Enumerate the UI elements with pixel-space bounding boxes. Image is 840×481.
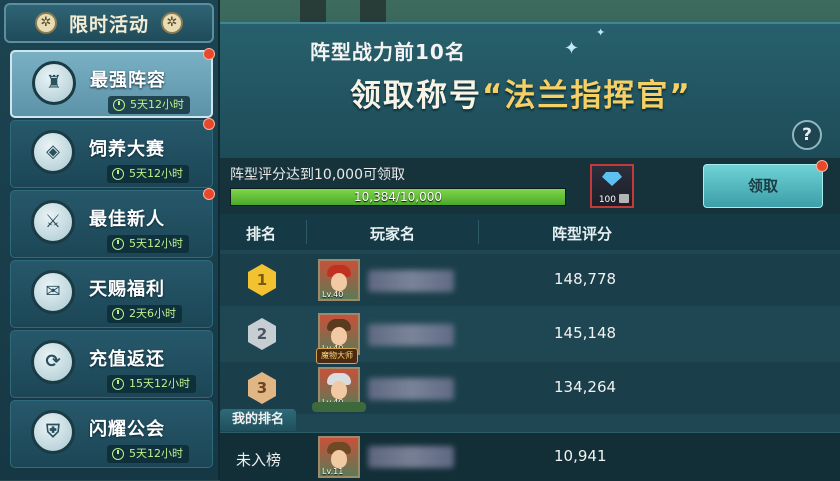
countdown-text: 5天12小时 [129,237,183,250]
table-row[interactable]: 1 Lv.40 148,778 [220,254,840,306]
clock-icon [112,168,124,180]
sidebar-item-feeding-contest[interactable]: ◈ 饲养大赛 5天12小时 [10,120,213,188]
countdown-badge: 5天12小时 [107,235,189,253]
my-rank-section: 我的排名 未入榜 Lv.11 10,941 [220,409,840,481]
notification-dot [816,160,828,172]
avatar-face [331,450,347,468]
sidebar-item-label: 最佳新人 [89,209,165,230]
column-divider [478,220,479,244]
help-button[interactable]: ? [792,120,822,150]
requirement-bar: 阵型评分达到10,000可领取 10,384/10,000 100 领取 [220,158,840,214]
notification-dot [203,188,215,200]
rank-medal-bronze: 3 [248,372,276,404]
emblem-icon: ✲ [161,12,183,34]
countdown-badge: 5天12小时 [107,165,189,183]
my-formation-score: 10,941 [554,447,607,465]
activity-banner: 阵型战力前10名 领取称号“法兰指挥官” ✦ ✦ ? [220,22,840,158]
formation-score: 148,778 [554,270,617,288]
notification-dot [203,48,215,60]
sparkle-icon: ✦ [596,26,606,39]
clock-icon [112,238,124,250]
formation-score: 145,148 [554,324,617,342]
countdown-text: 5天12小时 [129,167,183,180]
notification-dot [203,118,215,130]
column-divider [306,220,307,244]
claim-button[interactable]: 领取 [703,164,823,208]
activity-panel: 阵型战力前10名 领取称号“法兰指挥官” ✦ ✦ ? 阵型评分达到10,000可… [220,22,840,481]
clock-icon [113,99,125,111]
clock-icon [112,448,124,460]
sidebar-item-label: 最强阵容 [90,70,166,91]
player-name-redacted [368,446,454,468]
player-name-redacted [368,378,454,400]
avatar-face [331,327,347,345]
crossed-swords-icon: ⚔ [31,200,75,244]
formation-score: 134,264 [554,378,617,396]
clock-icon [112,378,124,390]
sparkle-icon: ✦ [564,38,580,59]
sidebar-title: 限时活动 [68,13,149,36]
banner-subtitle: 阵型战力前10名 [310,40,466,64]
player-level: Lv.40 [322,290,344,299]
diamond-icon [602,172,622,186]
requirement-text: 阵型评分达到10,000可领取 [230,167,405,183]
avatar-face [331,381,347,399]
rank-medal-silver: 2 [248,318,276,350]
table-row[interactable]: 3 Lv.40 魔物大师 134,264 [220,348,840,414]
my-rank-value: 未入榜 [236,451,282,469]
my-avatar[interactable]: Lv.11 [318,436,360,478]
activity-sidebar: ✲ 限时活动 ✲ ♜ 最强阵容 5天12小时 ◈ 饲养大赛 5天12小时 ⚔ 最… [0,0,220,480]
countdown-badge: 15天12小时 [107,375,196,393]
column-header-rank: 排名 [246,225,277,243]
sidebar-item-label: 饲养大赛 [89,139,165,160]
guild-shield-icon: ⛨ [31,410,75,454]
gift-icon: ✉ [31,270,75,314]
avatar-frame-decoration [312,402,366,412]
progress-label: 10,384/10,000 [353,190,443,204]
countdown-text: 5天12小时 [130,98,184,111]
banner-title: 领取称号“法兰指挥官” [350,70,692,115]
clock-icon [112,308,124,320]
countdown-badge: 2天6小时 [107,305,182,323]
tower-icon: ♜ [32,61,76,105]
countdown-text: 5天12小时 [129,447,183,460]
score-progress-bar: 10,384/10,000 [230,188,566,206]
player-avatar[interactable]: Lv.40 [318,259,360,301]
reward-count: 100 [598,195,616,205]
rank-medal-gold: 1 [248,264,276,296]
avatar-face [331,273,347,291]
sidebar-item-label: 闪耀公会 [89,419,165,440]
my-rank-tab: 我的排名 [220,409,297,431]
table-header: 排名 玩家名 阵型评分 [220,214,840,250]
sidebar-item-label: 天赐福利 [89,279,165,300]
feed-icon: ◈ [31,130,75,174]
reward-item-slot[interactable]: 100 [590,164,634,208]
table-row[interactable]: 2 Lv.40 145,148 [220,308,840,360]
sidebar-item-shining-guild[interactable]: ⛨ 闪耀公会 5天12小时 [10,400,213,468]
banner-title-prefix: 领取称号 [350,78,482,114]
countdown-text: 15天12小时 [129,377,190,390]
sidebar-item-strongest-lineup[interactable]: ♜ 最强阵容 5天12小时 [10,50,213,118]
player-name-redacted [368,270,454,292]
countdown-badge: 5天12小时 [108,96,190,114]
column-header-player: 玩家名 [370,225,416,243]
countdown-text: 2天6小时 [129,307,176,320]
emblem-icon: ✲ [34,12,57,34]
reward-title-name: “法兰指挥官” [482,78,692,114]
column-header-score: 阵型评分 [552,225,613,243]
ranking-table: 排名 玩家名 阵型评分 1 Lv.40 148,778 2 Lv.40 145,… [220,214,840,481]
sidebar-item-best-newcomer[interactable]: ⚔ 最佳新人 5天12小时 [10,190,213,258]
recharge-icon: ⟳ [31,340,75,384]
sidebar-item-label: 充值返还 [89,349,165,370]
player-title-tag: 魔物大师 [316,348,358,364]
player-name-redacted [368,324,454,346]
sidebar-header: ✲ 限时活动 ✲ [4,3,214,43]
sidebar-item-recharge-return[interactable]: ⟳ 充值返还 15天12小时 [10,330,213,398]
player-level: Lv.11 [322,467,344,476]
sidebar-item-gift-welfare[interactable]: ✉ 天赐福利 2天6小时 [10,260,213,328]
lock-icon [619,194,629,203]
countdown-badge: 5天12小时 [107,445,189,463]
